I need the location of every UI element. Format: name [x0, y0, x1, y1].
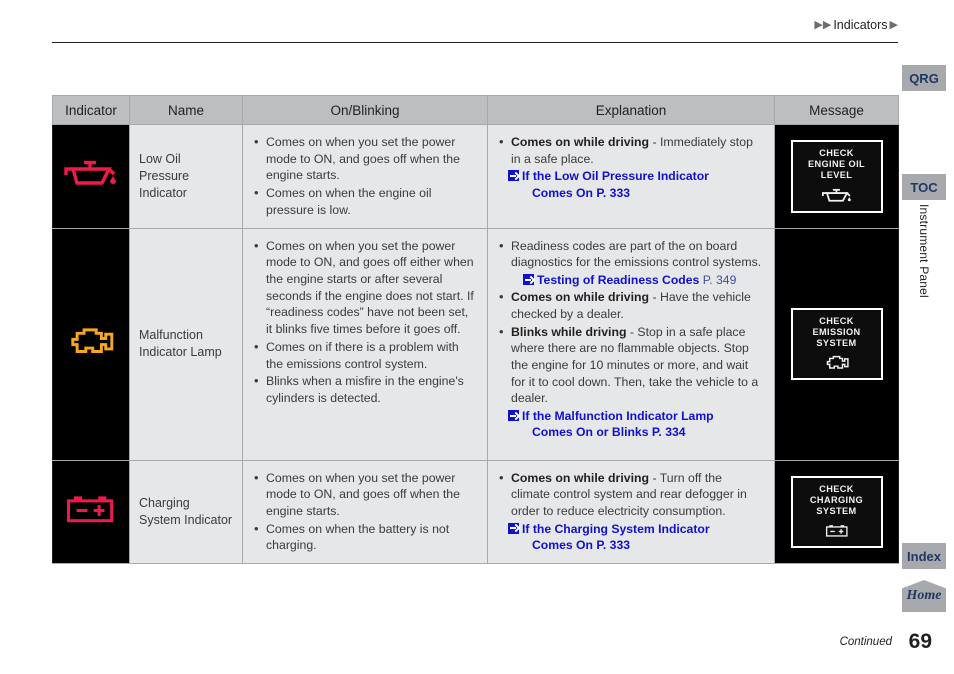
list-item: Comes on when the engine oil pressure is… [254, 184, 477, 218]
column-header-message: Message [774, 95, 899, 125]
battery-glyph [825, 525, 848, 537]
list-item: Comes on when you set the power mode to … [254, 237, 477, 338]
indicator-name: Charging System Indicator [129, 459, 243, 565]
reference-title: Testing of Readiness Codes [537, 273, 700, 288]
message-line: CHECK [819, 315, 854, 326]
table-header-row: Indicator Name On/Blinking Explanation M… [52, 95, 899, 125]
jump-arrow-icon [508, 522, 519, 534]
dashboard-message-tile: CHECK ENGINE OIL LEVEL [790, 139, 883, 213]
cross-reference-link[interactable]: If the Malfunction Indicator Lamp [496, 408, 764, 424]
indicator-cell [52, 459, 130, 565]
dashboard-message-tile: CHECK EMISSION SYSTEM [790, 307, 883, 381]
emphasis-text: Comes on while driving [511, 290, 650, 305]
breadcrumb-left-arrows-icon: ▶▶ [814, 18, 832, 31]
emphasis-text: Blinks while driving [511, 324, 627, 339]
home-button[interactable]: Home [902, 580, 946, 612]
indicator-cell [52, 227, 130, 461]
header-divider [52, 42, 898, 43]
list-item: Readiness codes are part of the on board… [499, 237, 764, 289]
low-oil-pressure-icon [64, 160, 116, 185]
explanation-cell: Readiness codes are part of the on board… [487, 227, 775, 461]
message-cell: CHECK ENGINE OIL LEVEL [774, 124, 899, 229]
on-blinking-cell: Comes on when you set the power mode to … [242, 459, 488, 565]
reference-continuation[interactable]: Comes On or Blinks P. 334 [496, 424, 764, 440]
dashboard-message-tile: CHECK CHARGING SYSTEM [790, 475, 883, 549]
jump-arrow-icon [508, 410, 519, 422]
charging-system-icon [66, 496, 114, 523]
home-button-label: Home [906, 588, 942, 603]
reference-title-line2: Comes On or Blinks [532, 425, 649, 440]
column-header-indicator: Indicator [52, 95, 130, 125]
message-line: ENGINE OIL [807, 159, 866, 170]
oil-can-glyph [821, 188, 851, 202]
message-line: SYSTEM [816, 338, 857, 349]
column-header-on-blinking: On/Blinking [242, 95, 488, 125]
indicator-name: Malfunction Indicator Lamp [129, 227, 243, 461]
indicator-cell [52, 124, 130, 229]
list-item: Comes on while driving - Immediately sto… [499, 133, 764, 167]
index-button[interactable]: Index [902, 543, 946, 569]
message-cell: CHECK EMISSION SYSTEM [774, 227, 899, 461]
explanation-cell: Comes on while driving - Immediately sto… [487, 124, 775, 229]
breadcrumb: ▶▶ Indicators ▶ [814, 18, 898, 32]
cross-reference-link[interactable]: If the Low Oil Pressure Indicator [496, 168, 764, 184]
reference-page: P. 333 [596, 185, 631, 200]
table-row: Low Oil Pressure Indicator Comes on when… [52, 124, 899, 229]
list-item: Blinks while driving - Stop in a safe pl… [499, 323, 764, 408]
reference-continuation[interactable]: Comes On P. 333 [496, 185, 764, 201]
message-cell: CHECK CHARGING SYSTEM [774, 459, 899, 565]
indicator-name: Low Oil Pressure Indicator [129, 124, 243, 229]
malfunction-indicator-lamp-icon [71, 327, 114, 353]
reference-page: P. 349 [702, 273, 737, 288]
page-number: 69 [908, 630, 932, 653]
message-line: CHECK [819, 483, 854, 494]
reference-page: P. 334 [651, 425, 686, 440]
list-item: Comes on while driving - Turn off the cl… [499, 469, 764, 520]
reference-title-line2: Comes On [532, 185, 593, 200]
list-item: Comes on when the battery is not chargin… [254, 520, 477, 554]
indicators-table: Indicator Name On/Blinking Explanation M… [52, 95, 899, 565]
emphasis-text: Comes on while driving [511, 470, 650, 485]
on-blinking-cell: Comes on when you set the power mode to … [242, 124, 488, 229]
toc-button[interactable]: TOC [902, 174, 946, 200]
table-row: Malfunction Indicator Lamp Comes on when… [52, 227, 899, 461]
breadcrumb-label[interactable]: Indicators [831, 18, 889, 32]
list-item: Comes on while driving - Have the vehicl… [499, 288, 764, 322]
qrg-button[interactable]: QRG [902, 65, 946, 91]
column-header-explanation: Explanation [487, 95, 775, 125]
jump-arrow-icon [508, 170, 519, 182]
reference-title: If the Low Oil Pressure Indicator [522, 169, 709, 184]
message-line: CHECK [819, 147, 854, 158]
reference-continuation[interactable]: Comes On P. 333 [496, 537, 764, 553]
message-line: LEVEL [820, 170, 853, 181]
reference-title: If the Malfunction Indicator Lamp [522, 409, 714, 424]
section-label-text: Instrument Panel [917, 204, 931, 298]
continued-label: Continued [839, 636, 892, 648]
reference-title: If the Charging System Indicator [522, 521, 710, 536]
message-line: EMISSION [812, 326, 861, 337]
emphasis-text: Comes on while driving [511, 135, 650, 149]
body-text: Readiness codes are part of the on board… [511, 238, 762, 270]
cross-reference-link[interactable]: Testing of Readiness Codes P. 349 [511, 272, 764, 288]
explanation-cell: Comes on while driving - Turn off the cl… [487, 459, 775, 565]
section-label: Instrument Panel [902, 204, 946, 334]
table-row: Charging System Indicator Comes on when … [52, 459, 899, 565]
engine-glyph [826, 356, 849, 370]
message-line: SYSTEM [816, 506, 857, 516]
list-item: Comes on when you set the power mode to … [254, 133, 477, 184]
message-glyph [799, 352, 875, 374]
message-glyph [799, 185, 875, 207]
column-header-name: Name [129, 95, 243, 125]
message-glyph [799, 520, 875, 542]
breadcrumb-right-arrow-icon: ▶ [889, 18, 898, 31]
cross-reference-link[interactable]: If the Charging System Indicator [496, 521, 764, 537]
on-blinking-cell: Comes on when you set the power mode to … [242, 227, 488, 461]
jump-arrow-icon [523, 274, 534, 286]
reference-title-line2: Comes On [532, 537, 593, 552]
reference-page: P. 333 [596, 537, 631, 552]
list-item: Comes on when you set the power mode to … [254, 469, 477, 520]
list-item: Comes on if there is a problem with the … [254, 338, 477, 372]
message-line: CHARGING [809, 494, 864, 505]
list-item: Blinks when a misfire in the engine's cy… [254, 372, 477, 406]
